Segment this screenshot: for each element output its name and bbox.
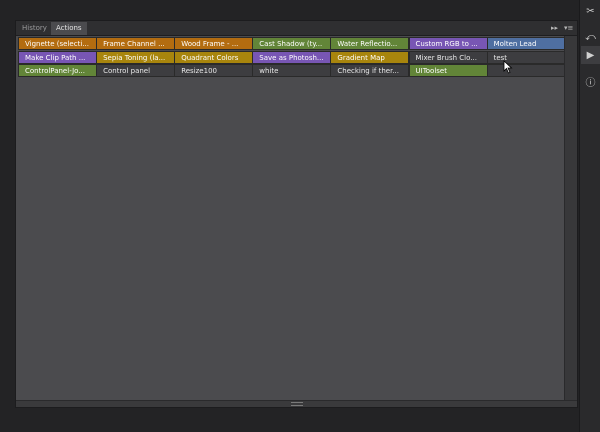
action-button[interactable]: Cast Shadow (ty... xyxy=(252,37,332,50)
tab-history[interactable]: History xyxy=(17,22,51,35)
action-button[interactable]: Control panel xyxy=(96,64,176,78)
action-button[interactable]: white xyxy=(252,64,332,78)
tab-actions[interactable]: Actions xyxy=(51,22,87,35)
mouse-cursor-icon xyxy=(503,60,513,74)
tools-icon[interactable]: ✂ xyxy=(581,2,600,20)
grip-mark xyxy=(290,402,303,406)
history-brush-icon[interactable]: ⤺ xyxy=(581,28,600,46)
panel-tab-bar: History Actions ▸▸ ▾≡ xyxy=(16,21,577,36)
info-icon[interactable]: ⓘ xyxy=(581,72,600,90)
action-button[interactable]: Wood Frame - ... xyxy=(174,37,254,50)
action-button[interactable]: ControlPanel-Jo... xyxy=(18,64,98,78)
action-button[interactable]: Custom RGB to ... xyxy=(408,37,488,50)
right-dock: ✂ ⤺ ▶ ⓘ xyxy=(579,0,600,432)
action-button[interactable] xyxy=(486,64,566,78)
action-button[interactable]: Make Clip Path ... xyxy=(18,50,98,64)
action-button[interactable]: UIToolset xyxy=(408,64,488,78)
action-button[interactable]: Gradient Map xyxy=(330,50,410,64)
collapse-panel-icon[interactable]: ▸▸ xyxy=(551,23,558,33)
action-button[interactable]: Sepia Toning (la... xyxy=(96,50,176,64)
action-button[interactable]: Mixer Brush Clo... xyxy=(408,50,488,64)
actions-panel: History Actions ▸▸ ▾≡ Vignette (selecti.… xyxy=(15,20,578,408)
action-button[interactable]: Resize100 xyxy=(174,64,254,78)
action-button[interactable]: test xyxy=(486,50,566,64)
action-button[interactable]: Checking if ther... xyxy=(330,64,410,78)
panel-menu-icon[interactable]: ▾≡ xyxy=(564,23,573,33)
vertical-scrollbar[interactable] xyxy=(564,36,577,401)
action-button[interactable]: Water Reflectio... xyxy=(330,37,410,50)
action-button[interactable]: Frame Channel ... xyxy=(96,37,176,50)
panel-resize-grip[interactable] xyxy=(16,400,577,407)
action-button[interactable]: Quadrant Colors xyxy=(174,50,254,64)
action-button[interactable]: Save as Photosh... xyxy=(252,50,332,64)
action-button[interactable]: Vignette (selecti... xyxy=(18,37,98,50)
play-actions-icon[interactable]: ▶ xyxy=(581,46,600,64)
action-button[interactable]: Molten Lead xyxy=(486,37,566,50)
